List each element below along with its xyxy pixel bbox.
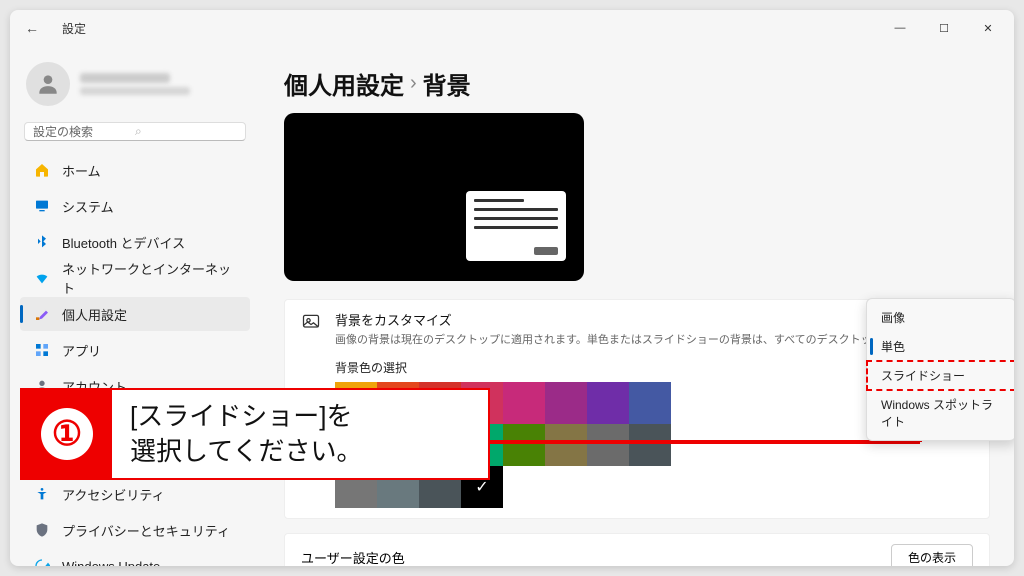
main-content: 個人用設定 › 背景 背景をカスタマイズ 画像の背景は現在のデスクトッ <box>260 46 1014 566</box>
sidebar-item-update[interactable]: Windows Update <box>20 549 250 566</box>
app-title: 設定 <box>62 20 86 37</box>
close-button[interactable]: ✕ <box>966 10 1010 46</box>
user-color-row: ユーザー設定の色 色の表示 <box>284 533 990 566</box>
annotation-text: [スライドショー]を選択してください。 <box>112 390 488 478</box>
sidebar-item-access[interactable]: アクセシビリティ <box>20 477 250 511</box>
color-swatch[interactable] <box>629 424 671 466</box>
user-color-label: ユーザー設定の色 <box>301 548 405 566</box>
sidebar-item-label: プライバシーとセキュリティ <box>62 521 230 540</box>
bluetooth-icon <box>34 234 50 250</box>
breadcrumb-sep: › <box>410 72 417 95</box>
color-swatch[interactable] <box>503 382 545 424</box>
breadcrumb: 個人用設定 › 背景 <box>284 66 990 101</box>
sidebar-nav: ホームシステム Bluetooth とデバイスネットワークとインターネット個人用設… <box>14 153 256 566</box>
window-controls: ― ☐ ✕ <box>878 10 1010 46</box>
sidebar: 設定の検索 ⌕ ホームシステム Bluetooth とデバイスネットワークとインタ… <box>10 46 260 566</box>
annotation-connector-h <box>490 440 920 444</box>
breadcrumb-parent[interactable]: 個人用設定 <box>284 66 404 101</box>
sidebar-item-privacy[interactable]: プライバシーとセキュリティ <box>20 513 250 547</box>
sidebar-item-bluetooth[interactable]: Bluetooth とデバイス <box>20 225 250 259</box>
dropdown-option-1[interactable]: 単色 <box>867 332 1014 361</box>
brush-icon <box>34 306 50 322</box>
desktop-preview <box>284 113 584 281</box>
image-icon <box>301 312 321 332</box>
show-colors-button[interactable]: 色の表示 <box>891 544 973 566</box>
update-icon <box>34 558 50 566</box>
background-type-dropdown: 画像単色スライドショーWindows スポットライト <box>866 298 1014 441</box>
sidebar-item-label: 個人用設定 <box>62 305 127 324</box>
home-icon <box>34 162 50 178</box>
maximize-button[interactable]: ☐ <box>922 10 966 46</box>
search-input[interactable]: 設定の検索 ⌕ <box>24 122 246 141</box>
sidebar-item-label: Windows Update <box>62 559 160 567</box>
annotation-number: ① <box>22 390 112 478</box>
dropdown-option-2[interactable]: スライドショー <box>867 361 1014 390</box>
user-profile[interactable] <box>14 54 256 114</box>
minimize-button[interactable]: ― <box>878 10 922 46</box>
window-body: 設定の検索 ⌕ ホームシステム Bluetooth とデバイスネットワークとインタ… <box>10 46 1014 566</box>
sidebar-item-label: アプリ <box>62 341 101 360</box>
sidebar-item-system[interactable]: システム <box>20 189 250 223</box>
preview-window <box>466 191 566 261</box>
sidebar-item-label: ネットワークとインターネット <box>62 259 236 297</box>
sidebar-item-label: システム <box>62 197 114 216</box>
system-icon <box>34 198 50 214</box>
color-swatch[interactable] <box>587 424 629 466</box>
dropdown-option-0[interactable]: 画像 <box>867 303 1014 332</box>
apps-icon <box>34 342 50 358</box>
user-name-blurred <box>80 73 244 95</box>
color-swatch[interactable] <box>545 424 587 466</box>
settings-window: ← 設定 ― ☐ ✕ 設定の検索 ⌕ ホームシステム Bluetooth とデバイ… <box>10 10 1014 566</box>
wifi-icon <box>34 270 50 286</box>
search-icon: ⌕ <box>135 124 237 139</box>
sidebar-item-wifi[interactable]: ネットワークとインターネット <box>20 261 250 295</box>
breadcrumb-current: 背景 <box>423 66 471 101</box>
color-swatch[interactable] <box>503 424 545 466</box>
privacy-icon <box>34 522 50 538</box>
sidebar-item-home[interactable]: ホーム <box>20 153 250 187</box>
titlebar: ← 設定 ― ☐ ✕ <box>10 10 1014 46</box>
sidebar-item-label: ホーム <box>62 161 101 180</box>
back-button[interactable]: ← <box>14 10 50 46</box>
dropdown-option-3[interactable]: Windows スポットライト <box>867 390 1014 436</box>
sidebar-item-apps[interactable]: アプリ <box>20 333 250 367</box>
sidebar-item-label: アクセシビリティ <box>62 485 165 504</box>
annotation-callout: ① [スライドショー]を選択してください。 <box>20 388 490 480</box>
sidebar-item-brush[interactable]: 個人用設定 <box>20 297 250 331</box>
search-placeholder: 設定の検索 <box>33 123 135 140</box>
color-swatch[interactable] <box>629 382 671 424</box>
color-swatch[interactable] <box>587 382 629 424</box>
avatar <box>26 62 70 106</box>
access-icon <box>34 486 50 502</box>
sidebar-item-label: Bluetooth とデバイス <box>62 233 185 252</box>
color-swatch[interactable] <box>545 382 587 424</box>
